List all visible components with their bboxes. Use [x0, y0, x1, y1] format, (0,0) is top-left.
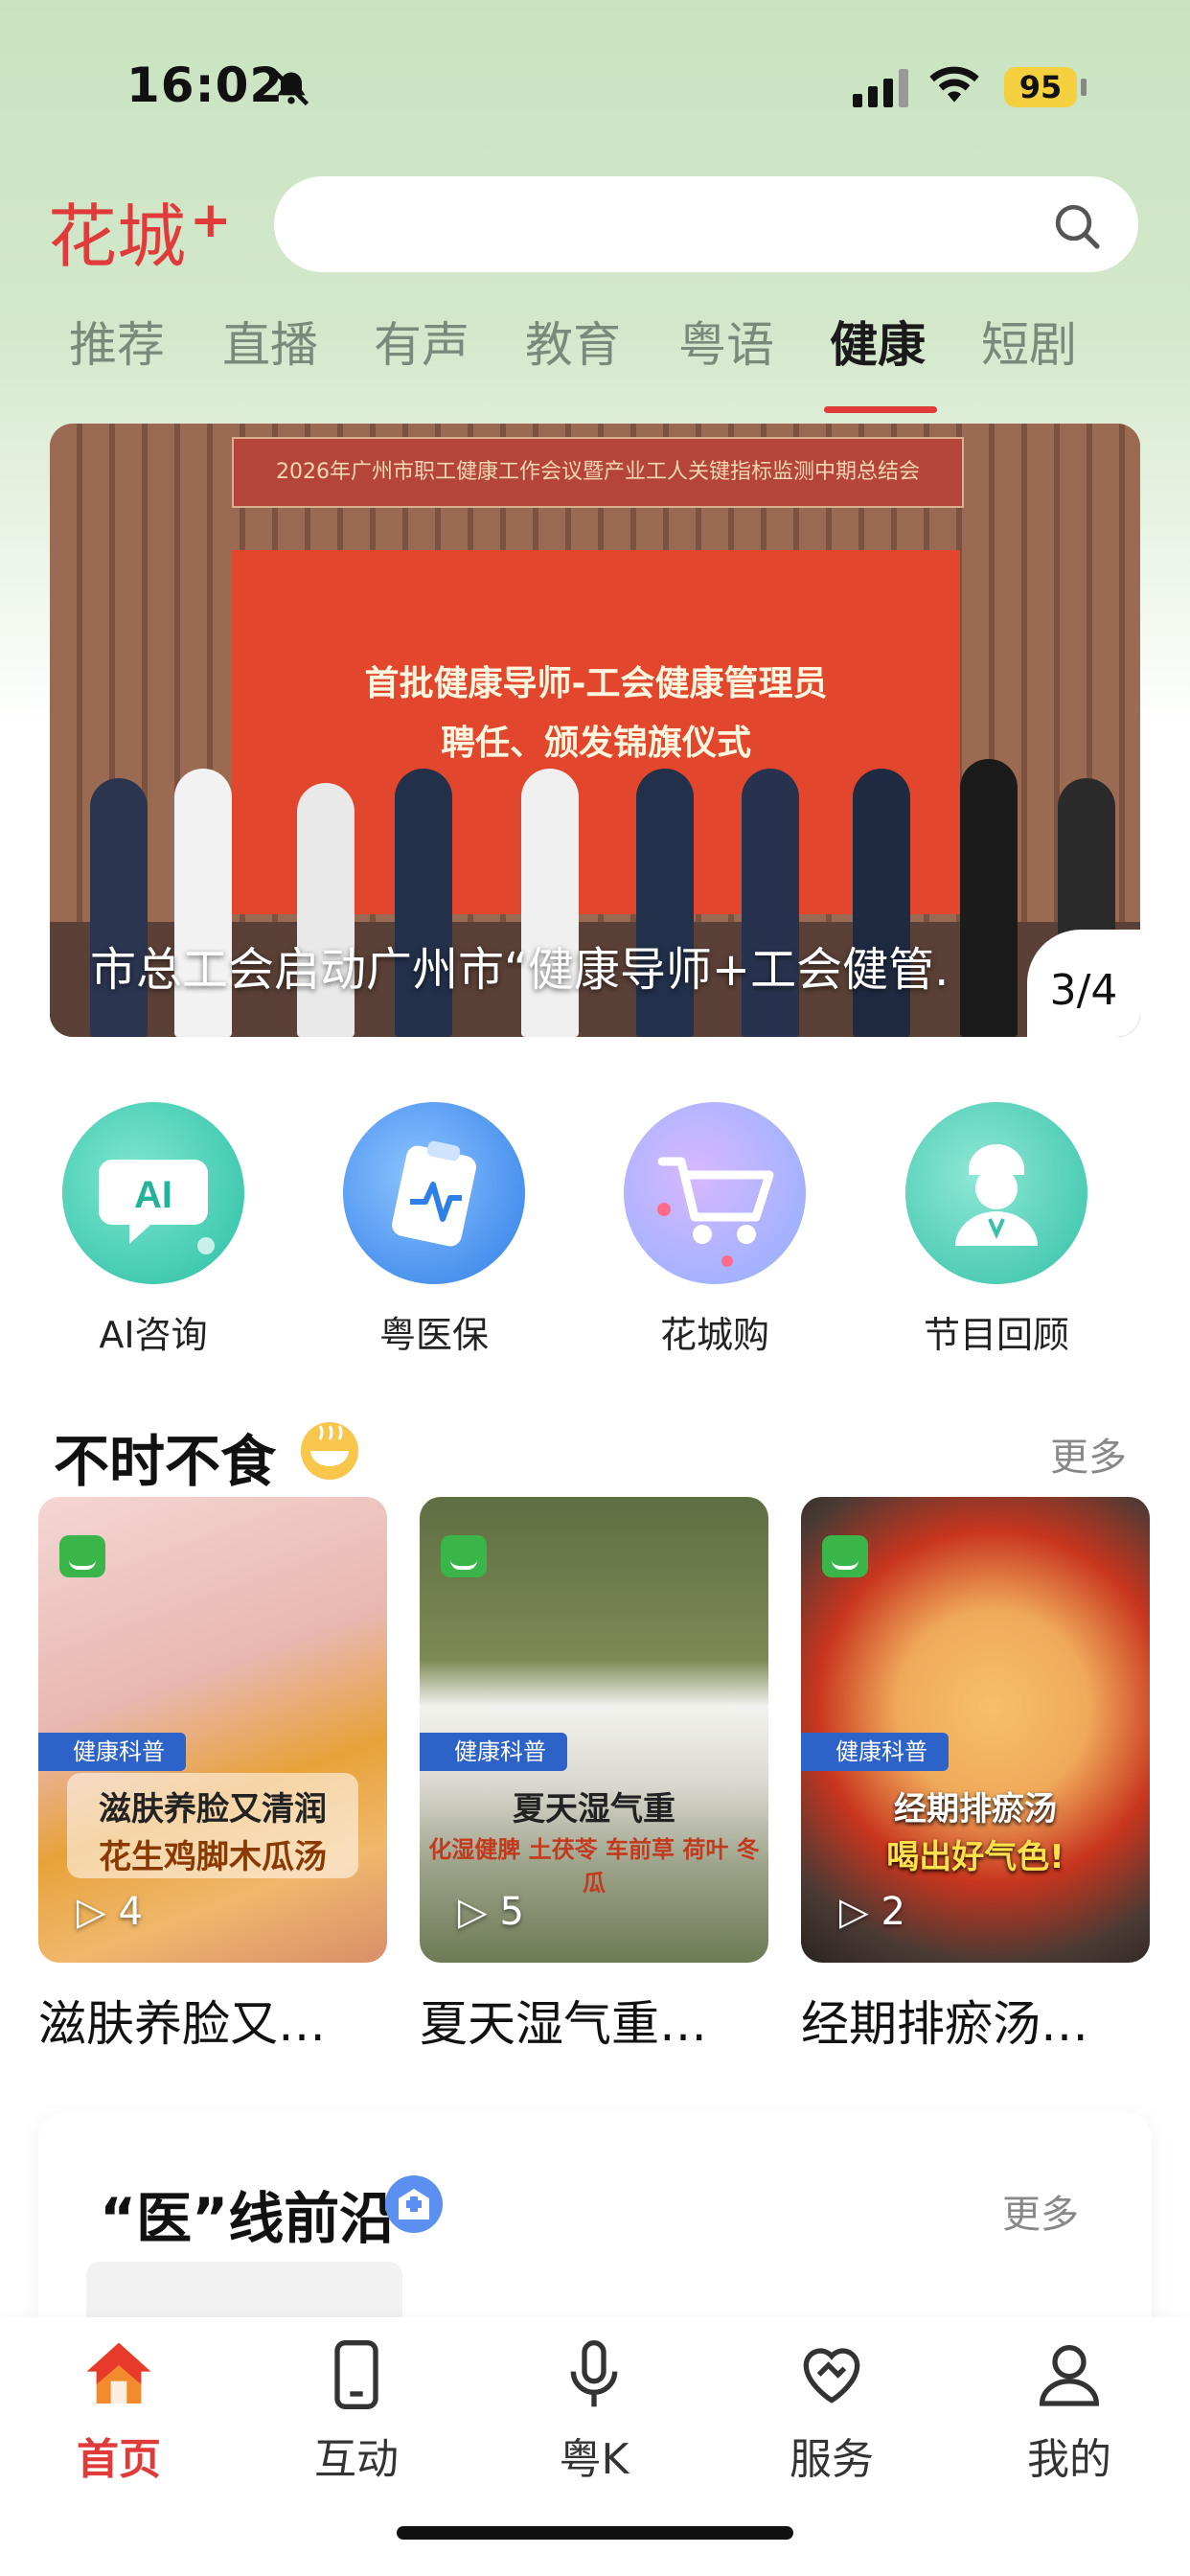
play-count-value: 4: [118, 1890, 143, 1934]
play-icon: ▷: [77, 1890, 106, 1934]
banner-person: [297, 783, 355, 1037]
tab-cantonese[interactable]: 粤语: [678, 307, 774, 376]
hospital-icon: [383, 2174, 445, 2239]
home-icon: [86, 2342, 151, 2404]
nav-home[interactable]: 首页: [23, 2336, 215, 2486]
home-indicator: [397, 2526, 793, 2540]
thumbnail-text-2: 喝出好气色!: [886, 1838, 1064, 1876]
microphone-icon: [570, 2340, 618, 2407]
section-more-link[interactable]: 更多: [1050, 1426, 1127, 1482]
phone-icon: [334, 2340, 378, 2409]
bell-muted-icon: [270, 67, 312, 113]
banner-carousel[interactable]: 2026年广州市职工健康工作会议暨产业工人关键指标监测中期总结会 首批健康导师-…: [50, 424, 1140, 1037]
thumbnail-text-1: 经期排瘀汤: [894, 1790, 1057, 1828]
section-more-link[interactable]: 更多: [1002, 2183, 1079, 2239]
channel-logo-icon: [441, 1535, 487, 1577]
play-count-value: 5: [499, 1890, 524, 1934]
medical-clipboard-icon: [343, 1102, 525, 1284]
heart-handshake-icon: [803, 2348, 860, 2404]
status-time: 16:02: [126, 58, 285, 113]
nav-karaoke[interactable]: 粤K: [498, 2336, 690, 2486]
quick-link-label: 粤医保: [378, 1314, 489, 1356]
channel-logo-icon: [822, 1535, 868, 1577]
tab-short-drama[interactable]: 短剧: [981, 307, 1077, 376]
tab-audio[interactable]: 有声: [374, 307, 469, 376]
nav-interact[interactable]: 互动: [261, 2336, 452, 2486]
thumbnail-text-1: 夏天湿气重: [513, 1790, 675, 1828]
play-count: ▷ 5: [458, 1890, 524, 1934]
app-logo-plus: +: [190, 192, 232, 249]
ai-chat-icon: AI: [62, 1102, 244, 1284]
nav-profile[interactable]: 我的: [973, 2336, 1165, 2486]
banner-sign: 2026年广州市职工健康工作会议暨产业工人关键指标监测中期总结会: [232, 437, 964, 508]
ai-badge-text: AI: [134, 1174, 172, 1216]
app-logo[interactable]: 花城: [48, 180, 186, 281]
battery-icon: [1081, 79, 1087, 96]
wifi-icon: [927, 63, 981, 109]
quick-link-label: 节目回顾: [923, 1314, 1069, 1356]
quick-link-label: AI咨询: [99, 1314, 208, 1356]
play-icon: ▷: [839, 1890, 869, 1934]
nav-label: 互动: [314, 2435, 399, 2484]
video-thumbnail: 健康科普 滋肤养脸又清润 花生鸡脚木瓜汤 ▷ 4: [38, 1497, 387, 1963]
quick-link-label: 花城购: [659, 1314, 769, 1356]
banner-caption: 市总工会启动广州市“健康导师+工会健管.: [90, 943, 950, 997]
video-tag: 健康科普: [420, 1733, 567, 1771]
video-card[interactable]: 健康科普 滋肤养脸又清润 花生鸡脚木瓜汤 ▷ 4 滋肤养脸又…: [38, 1497, 387, 2055]
category-tabs: 推荐 直播 有声 教育 粤语 健康 短剧: [0, 307, 1190, 413]
thumbnail-text-2: 花生鸡脚木瓜汤: [99, 1838, 327, 1876]
video-tag: 健康科普: [801, 1733, 949, 1771]
thumbnail-text-1: 滋肤养脸又清润: [99, 1790, 327, 1828]
search-icon[interactable]: [1050, 199, 1104, 257]
nav-label: 服务: [790, 2435, 874, 2484]
video-tag: 健康科普: [38, 1733, 186, 1771]
video-title: 经期排瘀汤…: [801, 1996, 1088, 2052]
channel-logo-icon: [59, 1535, 105, 1577]
video-thumbnail: 健康科普 经期排瘀汤 喝出好气色! ▷ 2: [801, 1497, 1150, 1963]
video-title: 夏天湿气重…: [420, 1996, 707, 2052]
quick-link-program-review[interactable]: 节目回顾: [891, 1102, 1102, 1358]
nav-label: 首页: [77, 2435, 161, 2484]
play-count: ▷ 2: [839, 1890, 905, 1934]
cellular-signal-icon: [853, 69, 912, 111]
section-title-medical-frontier: “医”线前沿: [100, 2186, 396, 2251]
video-card[interactable]: 健康科普 经期排瘀汤 喝出好气色! ▷ 2 经期排瘀汤…: [801, 1497, 1150, 2055]
nav-service[interactable]: 服务: [736, 2336, 927, 2486]
battery-level: 95: [1004, 67, 1077, 107]
video-card[interactable]: 健康科普 夏天湿气重 化湿健脾 土茯苓 车前草 荷叶 冬瓜 ▷ 5 夏天湿气重…: [420, 1497, 768, 2055]
user-icon: [1039, 2345, 1100, 2406]
play-count-value: 2: [881, 1890, 905, 1934]
bowl-icon: [297, 1418, 362, 1487]
video-thumbnail: 健康科普 夏天湿气重 化湿健脾 土茯苓 车前草 荷叶 冬瓜 ▷ 5: [420, 1497, 768, 1963]
play-icon: ▷: [458, 1890, 488, 1934]
banner-screen-text-1: 首批健康导师-工会健康管理员: [364, 664, 828, 703]
section-title-seasonal: 不时不食: [54, 1429, 277, 1494]
nav-label: 粤K: [559, 2435, 629, 2484]
nav-label: 我的: [1027, 2435, 1111, 2484]
search-bar[interactable]: [274, 176, 1138, 272]
status-bar: 16:02 95: [0, 0, 1190, 144]
quick-link-ai[interactable]: AI AI咨询: [48, 1102, 259, 1358]
shopping-cart-icon: [624, 1102, 806, 1284]
tab-education[interactable]: 教育: [525, 307, 621, 376]
banner-page-counter: 3/4: [1027, 930, 1140, 1037]
doctor-icon: [905, 1102, 1087, 1284]
quick-link-medical-insurance[interactable]: 粤医保: [329, 1102, 539, 1358]
tab-recommend[interactable]: 推荐: [69, 307, 165, 376]
banner-screen-text-2: 聘任、颁发锦旗仪式: [440, 724, 751, 763]
quick-link-shop[interactable]: 花城购: [609, 1102, 820, 1358]
tab-live[interactable]: 直播: [222, 307, 318, 376]
tab-health[interactable]: 健康: [830, 307, 926, 376]
play-count: ▷ 4: [77, 1890, 143, 1934]
video-title: 滋肤养脸又…: [38, 1996, 326, 2052]
active-tab-indicator: [824, 406, 937, 413]
thumbnail-text-2: 化湿健脾 土茯苓 车前草 荷叶 冬瓜: [428, 1836, 760, 1897]
